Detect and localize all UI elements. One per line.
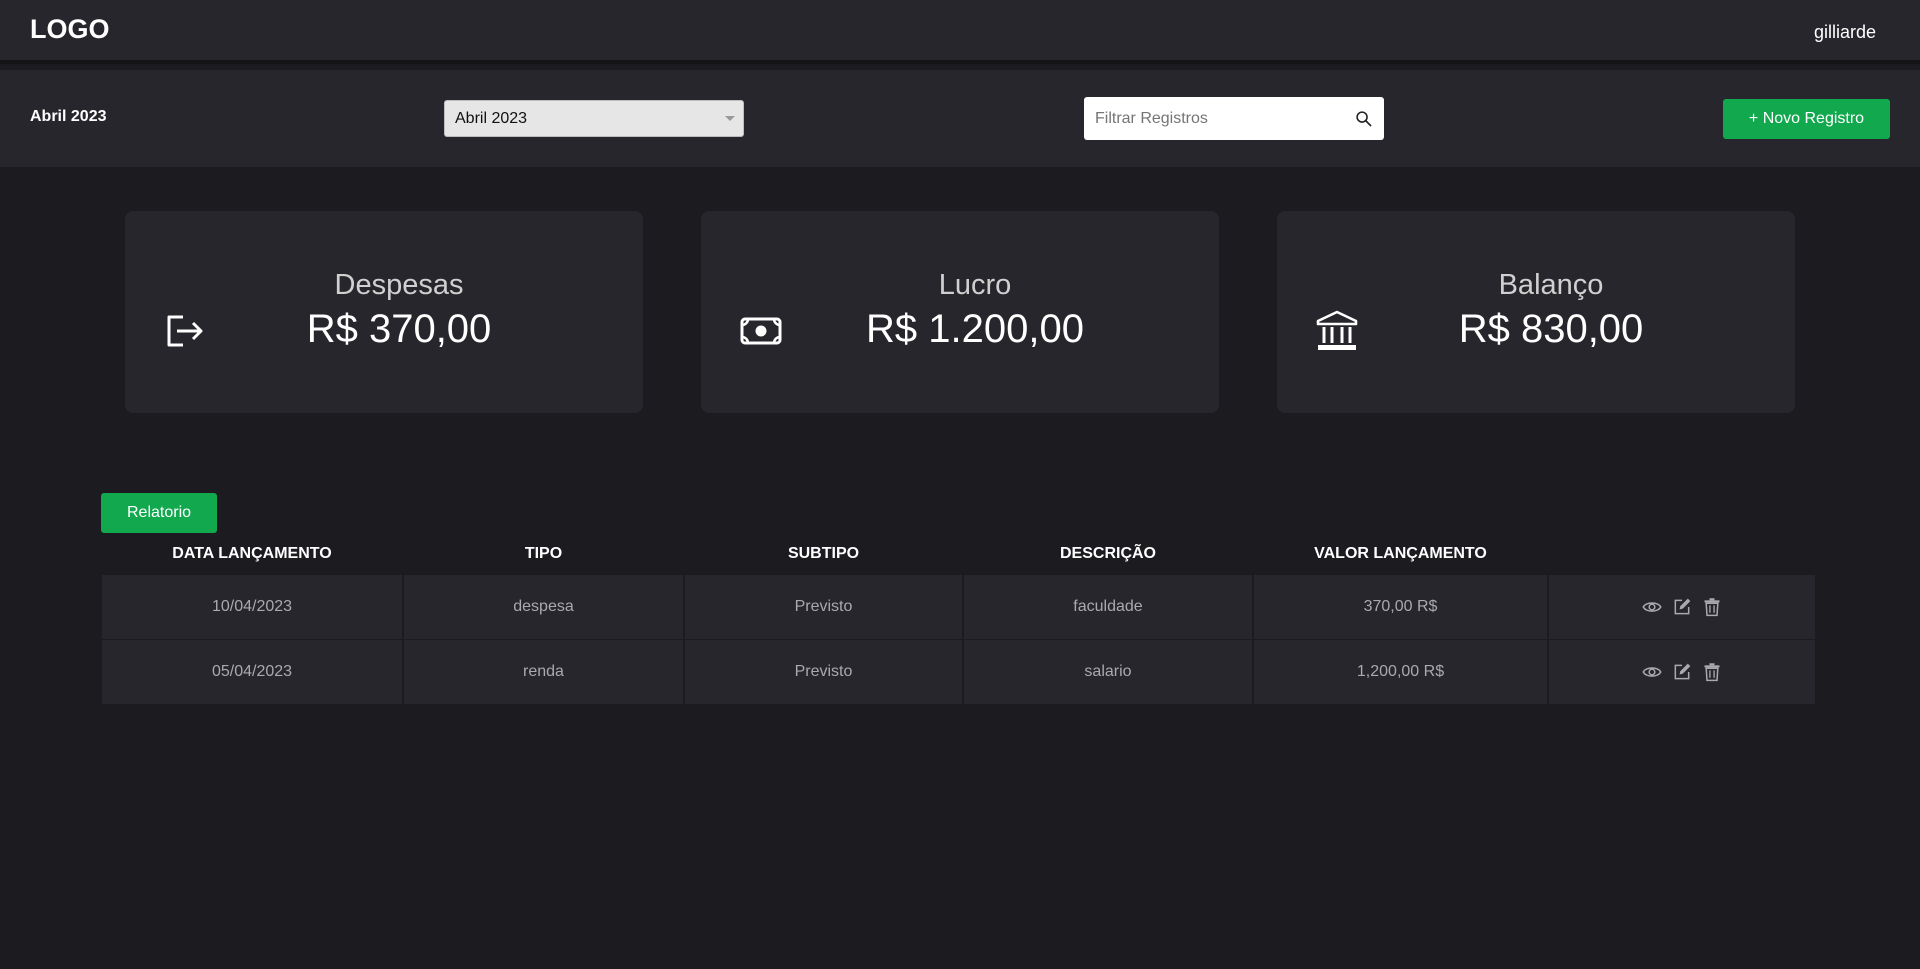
month-select-value: Abril 2023 — [455, 110, 528, 127]
month-select[interactable]: Abril 2023 — [444, 100, 744, 137]
cell-subtype: Previsto — [685, 575, 962, 639]
column-header-description: DESCRIÇÃO — [1059, 545, 1156, 562]
cell-date: 05/04/2023 — [102, 640, 402, 704]
trash-icon[interactable] — [1702, 597, 1722, 617]
cell-description: faculdade — [964, 575, 1252, 639]
cell-type: renda — [404, 640, 683, 704]
search-icon[interactable] — [1355, 110, 1372, 127]
cell-actions — [1549, 640, 1815, 704]
cell-date: 10/04/2023 — [102, 575, 402, 639]
card-label: Balanço — [1498, 269, 1604, 301]
card-value: R$ 1.200,00 — [866, 307, 1084, 351]
cell-type: despesa — [404, 575, 683, 639]
cell-value: 370,00 R$ — [1254, 575, 1547, 639]
records-table: DATA LANÇAMENTO TIPO SUBTIPO DESCRIÇÃO V… — [102, 537, 1817, 705]
table-row: 10/04/2023 despesa Previsto faculdade 37… — [102, 575, 1817, 639]
edit-icon[interactable] — [1672, 662, 1692, 682]
column-header-value: VALOR LANÇAMENTO — [1314, 545, 1487, 562]
card-value: R$ 830,00 — [1458, 307, 1644, 351]
chevron-down-icon — [725, 116, 735, 121]
new-record-button[interactable]: + Novo Registro — [1723, 99, 1890, 139]
column-header-date: DATA LANÇAMENTO — [172, 545, 332, 562]
trash-icon[interactable] — [1702, 662, 1722, 682]
top-navbar: LOGO gilliarde — [0, 0, 1920, 64]
card-balanco: Balanço R$ 830,00 — [1277, 211, 1795, 413]
card-despesas: Despesas R$ 370,00 — [125, 211, 643, 413]
card-value: R$ 370,00 — [306, 307, 492, 351]
card-label: Despesas — [334, 269, 464, 301]
card-lucro: Lucro R$ 1.200,00 — [701, 211, 1219, 413]
report-button[interactable]: Relatorio — [101, 493, 217, 533]
cell-description: salario — [964, 640, 1252, 704]
column-header-subtype: SUBTIPO — [787, 545, 860, 562]
eye-icon[interactable] — [1642, 597, 1662, 617]
column-header-type: TIPO — [524, 545, 563, 562]
table-header: DATA LANÇAMENTO TIPO SUBTIPO DESCRIÇÃO V… — [102, 537, 1817, 575]
toolbar: Abril 2023 Abril 2023 + Novo Registro — [0, 70, 1920, 167]
table-row: 05/04/2023 renda Previsto salario 1,200,… — [102, 640, 1817, 704]
card-label: Lucro — [938, 269, 1012, 301]
user-name[interactable]: gilliarde — [1814, 22, 1876, 43]
cell-value: 1,200,00 R$ — [1254, 640, 1547, 704]
current-month-title: Abril 2023 — [30, 108, 107, 125]
cell-actions — [1549, 575, 1815, 639]
search-input[interactable] — [1084, 97, 1344, 140]
eye-icon[interactable] — [1642, 662, 1662, 682]
search-box[interactable] — [1084, 97, 1384, 140]
logo[interactable]: LOGO — [30, 14, 110, 45]
edit-icon[interactable] — [1672, 597, 1692, 617]
cell-subtype: Previsto — [685, 640, 962, 704]
